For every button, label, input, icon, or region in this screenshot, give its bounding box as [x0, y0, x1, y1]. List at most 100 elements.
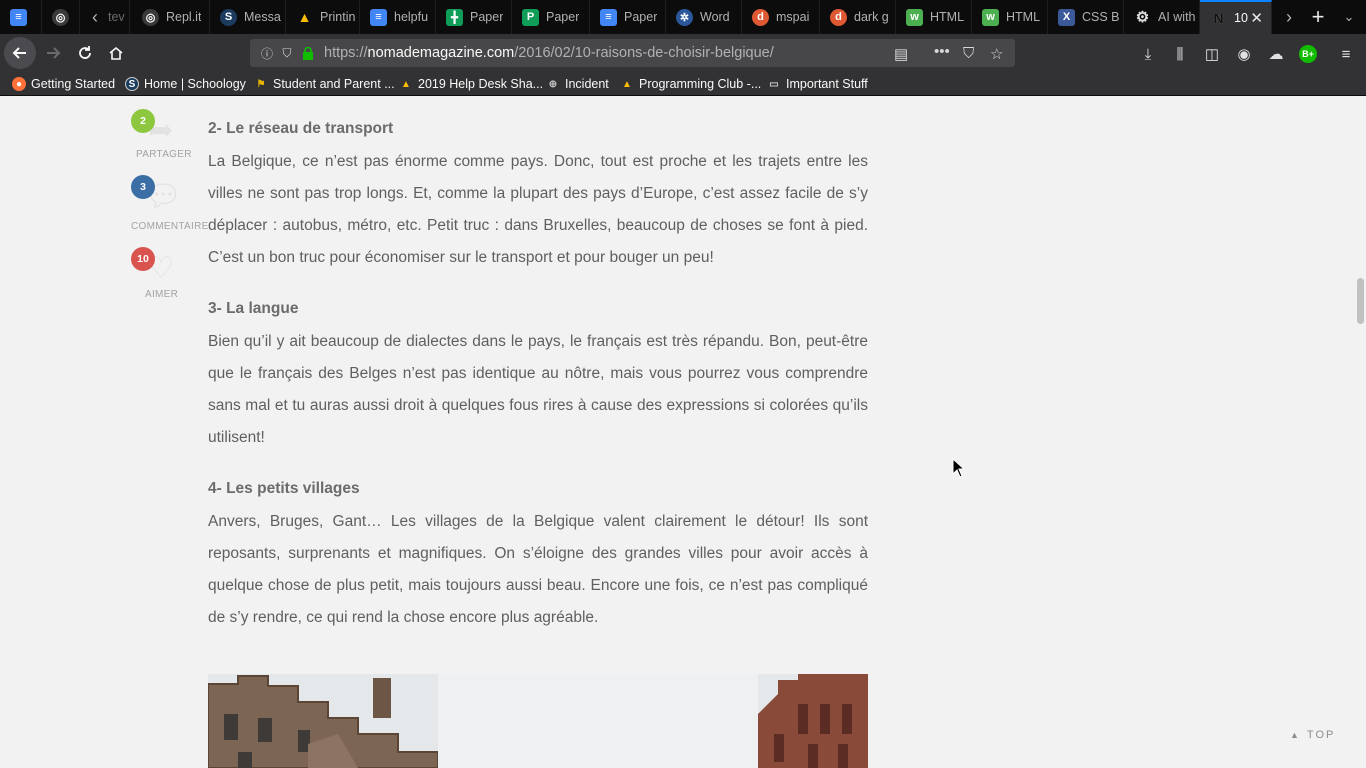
folder-icon: ▭	[769, 78, 779, 90]
reload-icon	[79, 46, 91, 59]
scroll-tabs-right-button[interactable]: ›	[1276, 0, 1302, 34]
duckduckgo-icon: d	[752, 8, 769, 26]
tab-dark[interactable]: d dark g	[820, 0, 896, 34]
back-to-top-button[interactable]: ▲ TOP	[1290, 729, 1335, 741]
google-drive-icon: ▲	[401, 78, 411, 90]
tab-replit-2[interactable]: ◎ Repl.it	[132, 0, 210, 34]
globe-icon: ⊕	[548, 78, 558, 90]
duckduckgo-icon: d	[830, 8, 847, 26]
bookmark-schoology[interactable]: S Home | Schoology	[125, 75, 246, 93]
tracking-shield-icon[interactable]: ⛉	[280, 46, 294, 60]
google-docs-icon: ≡	[600, 8, 617, 26]
like-count-badge: 10	[131, 247, 155, 271]
bookmark-getting-started[interactable]: ● Getting Started	[12, 75, 115, 93]
bookmark-star-icon[interactable]: ☆	[990, 45, 1003, 63]
back-button[interactable]	[4, 37, 36, 69]
reader-view-icon[interactable]: ▤	[894, 45, 908, 63]
new-tab-button[interactable]: +	[1305, 0, 1331, 34]
w3-icon: w	[906, 8, 923, 26]
account-icon[interactable]: ◉	[1234, 44, 1254, 64]
share-commentaire[interactable]: 💬︎ 3 COMMENTAIRE	[128, 175, 208, 235]
tab-google-docs[interactable]: ≡	[0, 0, 42, 34]
google-slides-icon: P	[522, 8, 539, 26]
google-docs-icon: ≡	[370, 8, 387, 26]
mouse-cursor-icon	[952, 458, 966, 478]
bruges-buildings-image	[208, 674, 868, 768]
page-scrollbar[interactable]	[1356, 96, 1366, 768]
bookmark-student-parent[interactable]: ⚑ Student and Parent ...	[254, 75, 395, 93]
bookmark-important-stuff[interactable]: ▭ Important Stuff	[767, 75, 868, 93]
bookmarks-toolbar: ● Getting Started S Home | Schoology ⚑ S…	[0, 72, 1366, 96]
arrow-left-icon	[12, 47, 26, 59]
home-icon	[109, 46, 123, 60]
schoology-icon: S	[220, 8, 237, 26]
lock-icon[interactable]	[301, 46, 315, 60]
like-label: AIMER	[145, 289, 179, 300]
tab-css[interactable]: X CSS B	[1048, 0, 1124, 34]
share-aimer[interactable]: ♡ 10 AIMER	[128, 247, 198, 307]
page-content: ➦ 2 PARTAGER 💬︎ 3 COMMENTAIRE ♡ 10 AIMER…	[0, 96, 1366, 768]
home-button[interactable]	[101, 38, 131, 68]
tab-printing[interactable]: ▲ Printin	[286, 0, 360, 34]
tab-ai[interactable]: ⚙ AI with	[1124, 0, 1200, 34]
tab-strip: ≡ ◎ ‹ tev ◎ Repl.it S Messa ▲ Printin ≡ …	[0, 0, 1366, 34]
google-docs-icon: ≡	[10, 8, 27, 26]
downloads-icon[interactable]: ⤓	[1138, 44, 1158, 64]
word-icon: ✲	[676, 8, 693, 26]
google-sheets-icon: ╋	[446, 8, 463, 26]
section-title-villages: 4- Les petits villages	[208, 480, 360, 497]
section-text-villages: Anvers, Bruges, Gant… Les villages de la…	[208, 513, 868, 626]
scrollbar-thumb[interactable]	[1357, 278, 1364, 324]
bookmark-incident[interactable]: ⊕ Incident	[546, 75, 609, 93]
badge-extension-icon[interactable]: B+	[1298, 44, 1318, 64]
tab-replit[interactable]: ◎	[42, 0, 80, 34]
x-icon: X	[1058, 8, 1075, 26]
bookmark-help-desk[interactable]: ▲ 2019 Help Desk Sha...	[399, 75, 543, 93]
tab-paper-docs[interactable]: ≡ Paper	[590, 0, 666, 34]
firefox-icon: ●	[12, 77, 26, 91]
section-title-langue: 3- La langue	[208, 300, 299, 317]
comment-count-badge: 3	[131, 175, 155, 199]
extension-icon[interactable]: ☁	[1266, 44, 1286, 64]
replit-icon: ◎	[142, 8, 159, 26]
close-tab-icon[interactable]: ✕	[1250, 11, 1263, 26]
pocket-icon[interactable]: ⛉	[963, 45, 974, 62]
tab-list-chevron-icon[interactable]: ⌄	[1336, 0, 1362, 34]
section-text-langue: Bien qu’il y ait beaucoup de dialectes d…	[208, 333, 868, 446]
tab-html-2[interactable]: w HTML	[972, 0, 1048, 34]
section-title-transport: 2- Le réseau de transport	[208, 120, 394, 137]
openai-icon: ⚙	[1135, 9, 1150, 26]
tab-paper-slides[interactable]: P Paper	[512, 0, 590, 34]
replit-icon: ◎	[52, 8, 69, 26]
w3-icon: w	[982, 8, 999, 26]
tab-mspaint[interactable]: d mspai	[742, 0, 820, 34]
tab-messages[interactable]: S Messa	[210, 0, 286, 34]
caret-up-icon: ▲	[1290, 730, 1301, 740]
arrow-right-icon	[47, 47, 61, 59]
google-drive-icon: ▲	[622, 78, 632, 90]
share-partager[interactable]: ➦ 2 PARTAGER	[128, 109, 198, 169]
tab-hidden[interactable]: tev	[104, 0, 130, 34]
share-count-badge: 2	[131, 109, 155, 133]
page-actions-icon[interactable]: •••	[934, 43, 950, 60]
library-icon[interactable]: ⫼	[1170, 44, 1190, 64]
url-text[interactable]: https://nomademagazine.com/2016/02/10-ra…	[324, 45, 774, 61]
google-drive-icon: ▲	[297, 9, 312, 25]
tab-nomade-active[interactable]: N 10 ✕	[1200, 0, 1272, 34]
bookmark-icon: ⚑	[256, 78, 266, 90]
sidebar-icon[interactable]: ◫	[1202, 44, 1222, 64]
tab-paper-sheets[interactable]: ╋ Paper	[436, 0, 512, 34]
url-bar[interactable]: ⓘ ⛉ https://nomademagazine.com/2016/02/1…	[250, 39, 1015, 67]
schoology-icon: S	[125, 77, 139, 91]
comment-label: COMMENTAIRE	[131, 221, 209, 232]
reload-button[interactable]	[70, 38, 100, 68]
forward-button[interactable]	[38, 38, 68, 68]
tab-html-1[interactable]: w HTML	[896, 0, 972, 34]
section-text-transport: La Belgique, ce n’est pas énorme comme p…	[208, 153, 868, 266]
menu-icon[interactable]: ≡	[1336, 44, 1356, 64]
tab-word[interactable]: ✲ Word	[666, 0, 742, 34]
bookmark-programming-club[interactable]: ▲ Programming Club -...	[620, 75, 761, 93]
article-photo	[208, 674, 868, 768]
tab-helpful[interactable]: ≡ helpfu	[360, 0, 436, 34]
info-icon[interactable]: ⓘ	[260, 46, 274, 61]
